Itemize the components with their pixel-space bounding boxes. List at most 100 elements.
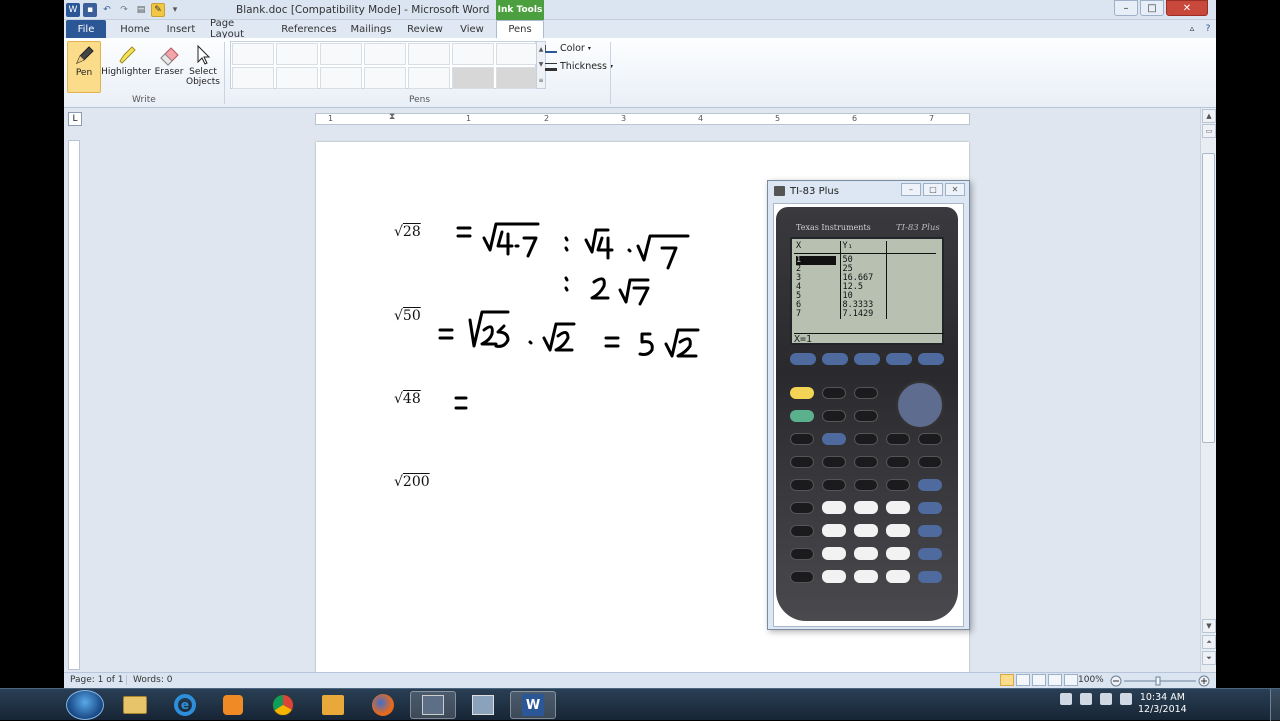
eraser-button[interactable]: Eraser xyxy=(152,41,186,93)
ti-83-window[interactable]: TI-83 Plus – □ ✕ Texas Instruments TI-83… xyxy=(767,180,970,630)
pen-style-swatch[interactable] xyxy=(364,43,406,65)
pen-style-swatch[interactable] xyxy=(408,43,450,65)
2nd-key[interactable] xyxy=(790,387,814,399)
key-6[interactable] xyxy=(886,524,910,537)
tab-page-layout[interactable]: Page Layout xyxy=(210,18,268,40)
maximize-button[interactable]: □ xyxy=(1140,0,1164,16)
plus-key[interactable] xyxy=(918,548,942,560)
xt-theta-n-key[interactable] xyxy=(822,410,846,422)
indent-marker-icon[interactable]: ⧗ xyxy=(389,112,395,122)
pen-style-swatch[interactable] xyxy=(364,67,406,89)
pen-style-swatch[interactable] xyxy=(496,43,538,65)
network-icon[interactable] xyxy=(460,691,506,719)
enter-key[interactable] xyxy=(918,571,942,583)
maximize-button[interactable]: □ xyxy=(923,183,943,196)
pen-style-swatch[interactable] xyxy=(276,67,318,89)
scrollbar-thumb[interactable] xyxy=(1202,153,1215,443)
vertical-scrollbar[interactable]: ▲ ▭ ▼ ⏶ ⏷ xyxy=(1200,108,1216,672)
close-button[interactable]: ✕ xyxy=(1166,0,1208,16)
save-icon[interactable]: ▪ xyxy=(83,3,97,17)
select-objects-button[interactable]: Select Objects xyxy=(186,41,220,93)
zoom-level[interactable]: 100% xyxy=(1078,675,1104,685)
decimal-key[interactable] xyxy=(854,570,878,583)
highlighter-button[interactable]: Highlighter xyxy=(101,41,151,93)
apps-key[interactable] xyxy=(822,433,846,445)
gallery-more-icon[interactable]: ≡ xyxy=(538,77,543,84)
print-layout-icon[interactable] xyxy=(1000,674,1014,686)
help-icon[interactable]: ? xyxy=(1202,20,1214,38)
customize-qat-icon[interactable]: ▾ xyxy=(168,3,182,17)
color-dropdown[interactable]: Color ▾ xyxy=(545,43,591,54)
key-4[interactable] xyxy=(822,524,846,537)
pen-style-swatch[interactable] xyxy=(496,67,538,89)
prgm-key[interactable] xyxy=(854,433,878,445)
firefox-icon[interactable] xyxy=(360,691,406,719)
alpha-key[interactable] xyxy=(790,410,814,422)
stat-key[interactable] xyxy=(854,410,878,422)
key-8[interactable] xyxy=(854,501,878,514)
tan-key[interactable] xyxy=(886,456,910,468)
zoom-slider[interactable] xyxy=(1110,675,1210,687)
key-9[interactable] xyxy=(886,501,910,514)
tab-file[interactable]: File xyxy=(66,20,106,38)
gallery-down-icon[interactable]: ▼ xyxy=(539,61,544,68)
log-key[interactable] xyxy=(790,502,814,514)
negative-key[interactable] xyxy=(886,570,910,583)
flag-icon[interactable] xyxy=(1060,693,1072,705)
tab-mailings[interactable]: Mailings xyxy=(348,20,394,38)
scroll-down-icon[interactable]: ▼ xyxy=(1202,619,1216,633)
ln-key[interactable] xyxy=(790,525,814,537)
page-count[interactable]: Page: 1 of 1 xyxy=(70,675,124,685)
outline-icon[interactable] xyxy=(1048,674,1062,686)
tab-references[interactable]: References xyxy=(280,20,338,38)
outlook-icon[interactable] xyxy=(310,691,356,719)
key-5[interactable] xyxy=(854,524,878,537)
word-icon[interactable]: W xyxy=(510,691,556,719)
inverse-key[interactable] xyxy=(790,456,814,468)
left-paren-key[interactable] xyxy=(854,479,878,491)
sto-key[interactable] xyxy=(790,548,814,560)
power-key[interactable] xyxy=(918,456,942,468)
minus-key[interactable] xyxy=(918,525,942,537)
trace-key[interactable] xyxy=(886,353,912,365)
pen-style-swatch[interactable] xyxy=(276,43,318,65)
key-2[interactable] xyxy=(854,547,878,560)
tab-pens[interactable]: Pens xyxy=(496,20,544,38)
square-key[interactable] xyxy=(790,479,814,491)
pen-button[interactable]: Pen xyxy=(67,41,101,93)
horizontal-ruler[interactable]: 1 1 2 3 4 5 6 7 ⧗ xyxy=(315,112,970,125)
volume-icon[interactable] xyxy=(1120,693,1132,705)
minimize-button[interactable]: – xyxy=(1114,0,1138,16)
word-logo-icon[interactable]: W xyxy=(66,3,80,17)
chrome-icon[interactable] xyxy=(260,691,306,719)
multiply-key[interactable] xyxy=(918,502,942,514)
tab-insert[interactable]: Insert xyxy=(164,20,198,38)
tab-view[interactable]: View xyxy=(456,20,488,38)
divide-key[interactable] xyxy=(918,479,942,491)
vertical-ruler[interactable] xyxy=(68,140,80,670)
arrow-pad[interactable] xyxy=(896,381,944,429)
pen-style-swatch[interactable] xyxy=(232,67,274,89)
next-page-icon[interactable]: ⏷ xyxy=(1202,651,1216,665)
show-desktop-button[interactable] xyxy=(1270,689,1280,721)
full-screen-reading-icon[interactable] xyxy=(1016,674,1030,686)
vars-key[interactable] xyxy=(886,433,910,445)
undo-icon[interactable]: ↶ xyxy=(100,3,114,17)
tab-home[interactable]: Home xyxy=(118,20,152,38)
scroll-up-icon[interactable]: ▲ xyxy=(1202,109,1216,123)
pen-style-swatch[interactable] xyxy=(408,67,450,89)
pen-style-swatch[interactable] xyxy=(452,67,494,89)
minimize-ribbon-icon[interactable]: ▵ xyxy=(1186,20,1198,38)
math-key[interactable] xyxy=(790,433,814,445)
pen-style-swatch[interactable] xyxy=(320,43,362,65)
y-equals-key[interactable] xyxy=(790,353,816,365)
print-icon[interactable]: ▤ xyxy=(134,3,148,17)
right-paren-key[interactable] xyxy=(886,479,910,491)
ti-connect-icon[interactable] xyxy=(410,691,456,719)
graph-key[interactable] xyxy=(918,353,944,365)
ruler-toggle-icon[interactable]: ▭ xyxy=(1202,124,1216,138)
draft-icon[interactable] xyxy=(1064,674,1078,686)
pen-style-swatch[interactable] xyxy=(232,43,274,65)
tab-selector[interactable]: L xyxy=(68,112,82,126)
explorer-icon[interactable] xyxy=(112,691,158,719)
